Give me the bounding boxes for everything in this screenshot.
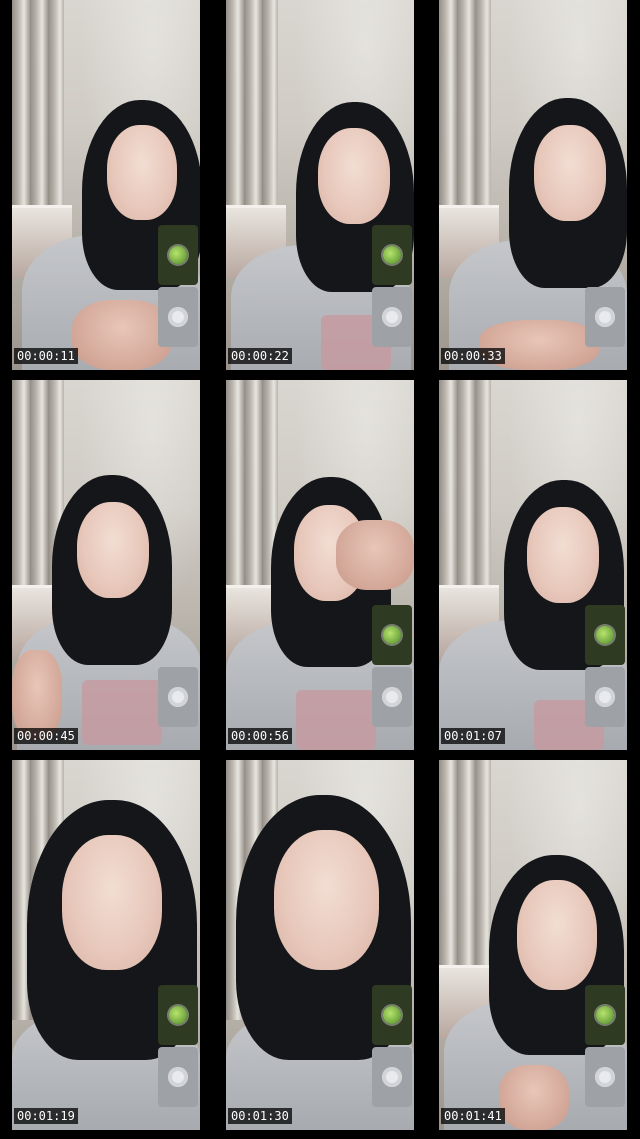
circle-icon xyxy=(595,687,615,707)
hands xyxy=(12,650,62,740)
video-frame-3: 00:00:33 xyxy=(439,0,627,370)
green-leaf-thumbnail-icon[interactable] xyxy=(585,605,625,665)
face xyxy=(274,830,379,970)
timestamp-label: 00:00:22 xyxy=(228,348,292,364)
timestamp-label: 00:00:33 xyxy=(441,348,505,364)
circle-button-icon[interactable] xyxy=(372,667,412,727)
green-leaf-thumbnail-icon[interactable] xyxy=(372,985,412,1045)
hands xyxy=(336,520,414,590)
face xyxy=(517,880,597,990)
circle-icon xyxy=(382,687,402,707)
leaf-icon xyxy=(169,246,187,264)
circle-button-icon[interactable] xyxy=(158,1047,198,1107)
leaf-icon xyxy=(596,1006,614,1024)
circle-button-icon[interactable] xyxy=(585,667,625,727)
video-frame-6: 00:01:07 xyxy=(439,380,627,750)
circle-icon xyxy=(595,1067,615,1087)
video-frame-5: 00:00:56 xyxy=(226,380,414,750)
hands xyxy=(72,300,172,370)
circle-icon xyxy=(168,687,188,707)
circle-icon xyxy=(168,307,188,327)
hands xyxy=(499,1065,569,1130)
video-frame-grid: 00:00:11 00:00:22 00:00:33 00:00:45 00:0… xyxy=(0,0,640,1139)
timestamp-label: 00:01:41 xyxy=(441,1108,505,1124)
face xyxy=(534,125,606,221)
circle-button-icon[interactable] xyxy=(372,287,412,347)
leaf-icon xyxy=(169,1006,187,1024)
shirt-print xyxy=(82,680,162,745)
timestamp-label: 00:00:56 xyxy=(228,728,292,744)
green-leaf-thumbnail-icon[interactable] xyxy=(158,985,198,1045)
green-leaf-thumbnail-icon[interactable] xyxy=(585,985,625,1045)
video-frame-7: 00:01:19 xyxy=(12,760,200,1130)
circle-icon xyxy=(382,1067,402,1087)
green-leaf-thumbnail-icon[interactable] xyxy=(158,225,198,285)
leaf-icon xyxy=(383,246,401,264)
video-frame-2: 00:00:22 xyxy=(226,0,414,370)
leaf-icon xyxy=(596,626,614,644)
leaf-icon xyxy=(383,626,401,644)
timestamp-label: 00:01:30 xyxy=(228,1108,292,1124)
face xyxy=(62,835,162,970)
circle-button-icon[interactable] xyxy=(158,287,198,347)
face xyxy=(77,502,149,598)
video-frame-4: 00:00:45 xyxy=(12,380,200,750)
leaf-icon xyxy=(383,1006,401,1024)
video-frame-9: 00:01:41 xyxy=(439,760,627,1130)
timestamp-label: 00:00:45 xyxy=(14,728,78,744)
circle-button-icon[interactable] xyxy=(372,1047,412,1107)
green-leaf-thumbnail-icon[interactable] xyxy=(372,225,412,285)
timestamp-label: 00:00:11 xyxy=(14,348,78,364)
video-frame-1: 00:00:11 xyxy=(12,0,200,370)
circle-button-icon[interactable] xyxy=(158,667,198,727)
timestamp-label: 00:01:19 xyxy=(14,1108,78,1124)
face xyxy=(107,125,177,220)
video-frame-8: 00:01:30 xyxy=(226,760,414,1130)
shirt-print xyxy=(296,690,376,750)
circle-icon xyxy=(168,1067,188,1087)
circle-icon xyxy=(595,307,615,327)
face xyxy=(527,507,599,603)
circle-button-icon[interactable] xyxy=(585,1047,625,1107)
face xyxy=(318,128,390,224)
circle-button-icon[interactable] xyxy=(585,287,625,347)
green-leaf-thumbnail-icon[interactable] xyxy=(372,605,412,665)
circle-icon xyxy=(382,307,402,327)
timestamp-label: 00:01:07 xyxy=(441,728,505,744)
